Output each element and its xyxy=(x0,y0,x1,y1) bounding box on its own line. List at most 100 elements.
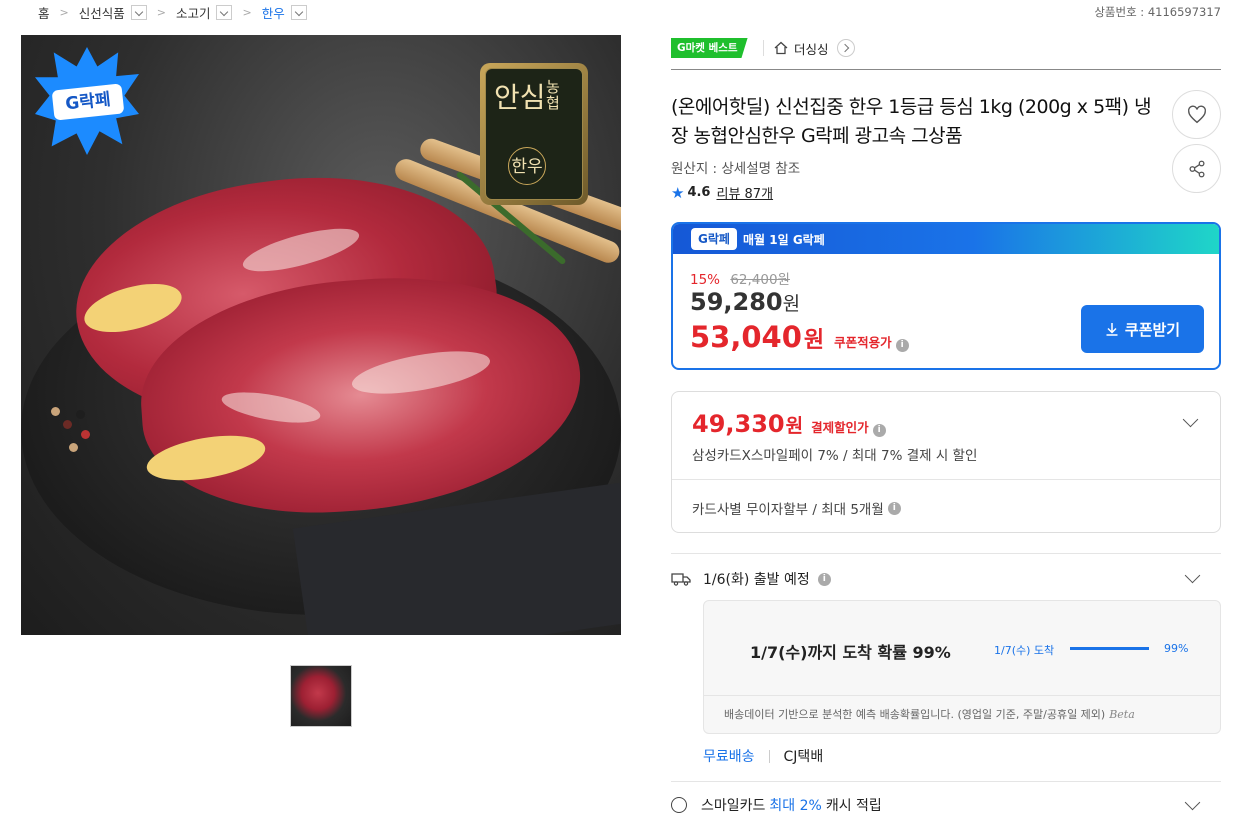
beta-label: Beta xyxy=(1109,708,1135,721)
sale-price-number: 59,280 xyxy=(690,288,783,316)
shipping-row[interactable]: 1/6(화) 출발 예정 i xyxy=(671,569,831,589)
payment-price: 49,330 원 결제할인가 i xyxy=(692,410,886,438)
product-number: 상품번호 : 4116597317 xyxy=(1094,5,1221,19)
coupon-price-unit: 원 xyxy=(803,328,825,353)
sale-price: 59,280원 xyxy=(690,288,800,316)
download-icon xyxy=(1106,323,1118,336)
smile-icon xyxy=(671,797,687,813)
payment-price-unit: 원 xyxy=(785,415,804,437)
breadcrumb-label[interactable]: 소고기 xyxy=(176,3,211,22)
arrival-bar-label: 1/7(수) 도착 xyxy=(994,644,1055,657)
peppercorn xyxy=(81,430,90,439)
coupon-header: G락페 매월 1일 G락페 xyxy=(673,224,1219,254)
info-icon[interactable]: i xyxy=(895,339,909,352)
smilecard-suffix: 캐시 적립 xyxy=(825,798,882,814)
breadcrumb-home[interactable]: 홈 xyxy=(38,3,50,22)
rating-score: 4.6 xyxy=(687,185,711,200)
smilecard-row[interactable]: 스마일카드 최대 2% 캐시 적립 xyxy=(671,795,882,815)
breadcrumb: 홈 > 신선식품 > 소고기 > 한우 xyxy=(38,3,307,22)
divider xyxy=(763,40,764,56)
chevron-down-icon[interactable] xyxy=(1182,411,1199,428)
main-product-image[interactable]: 안심 농협 한우 G락페 xyxy=(21,35,621,635)
original-price: 62,400원 xyxy=(730,272,790,288)
delivery-method-row: 무료배송 CJ택배 xyxy=(703,746,823,766)
label-text: 농협 xyxy=(546,78,560,112)
courier-text: CJ택배 xyxy=(783,749,824,765)
get-coupon-button[interactable]: 쿠폰받기 xyxy=(1081,305,1204,353)
truck-icon xyxy=(671,573,691,586)
payment-desc: 삼성카드X스마일페이 7% / 최대 7% 결제 시 할인 xyxy=(692,448,978,464)
discount-row: 15% 62,400원 xyxy=(690,268,790,288)
breadcrumb-label[interactable]: 신선식품 xyxy=(79,3,125,22)
wishlist-button[interactable] xyxy=(1172,90,1221,139)
chevron-down-icon[interactable] xyxy=(1184,794,1201,811)
get-coupon-label: 쿠폰받기 xyxy=(1124,320,1181,339)
divider xyxy=(671,553,1221,554)
info-icon[interactable]: i xyxy=(872,424,886,437)
label-text: 한우 xyxy=(508,147,546,185)
discount-percent: 15% xyxy=(690,272,721,288)
peppercorn xyxy=(76,410,85,419)
g-festa-mini-badge: G락페 xyxy=(691,228,737,250)
payment-price-label: 결제할인가 xyxy=(811,420,869,435)
departure-text: 1/6(화) 출발 예정 xyxy=(703,572,810,588)
peppercorn xyxy=(69,443,78,452)
gmarket-best-badge: G마켓 베스트 xyxy=(671,38,748,58)
breadcrumb-beef[interactable]: 소고기 xyxy=(176,3,233,22)
coupon-box: G락페 매월 1일 G락페 15% 62,400원 59,280원 53,040… xyxy=(671,222,1221,370)
peppercorn xyxy=(63,420,72,429)
chevron-down-icon[interactable] xyxy=(290,4,307,20)
smilecard-prefix: 스마일카드 xyxy=(701,798,766,814)
breadcrumb-label[interactable]: 한우 xyxy=(262,3,285,22)
coupon-price-number: 53,040 xyxy=(690,320,802,354)
divider xyxy=(768,749,770,763)
chevron-down-icon[interactable] xyxy=(1184,567,1201,584)
nonghyup-hanwoo-label: 안심 농협 한우 xyxy=(480,63,588,205)
breadcrumb-hanwoo[interactable]: 한우 xyxy=(262,3,307,22)
origin-text: 원산지 : 상세설명 참조 xyxy=(671,161,801,177)
divider xyxy=(672,479,1220,480)
arrival-probability-bar xyxy=(1070,647,1150,650)
review-link[interactable]: 리뷰 87개 xyxy=(716,183,773,202)
peppercorn xyxy=(51,407,60,416)
share-icon xyxy=(1189,160,1205,178)
home-icon xyxy=(774,41,788,55)
free-shipping-text: 무료배송 xyxy=(703,749,755,765)
divider xyxy=(671,781,1221,782)
installment-row: 카드사별 무이자할부 / 최대 5개월 i xyxy=(692,498,901,518)
store-name[interactable]: 더싱싱 xyxy=(794,39,829,58)
chevron-right-icon: > xyxy=(242,5,252,19)
installment-text: 카드사별 무이자할부 / 최대 5개월 xyxy=(692,502,884,518)
g-festa-badge: G락페 xyxy=(35,47,139,155)
chevron-down-icon[interactable] xyxy=(216,4,233,20)
divider xyxy=(704,695,1220,696)
chevron-right-icon: > xyxy=(156,5,166,19)
thumbnail-image[interactable] xyxy=(290,665,352,727)
coupon-price: 53,040 원 쿠폰적용가 i xyxy=(690,320,909,354)
delivery-probability-box: 1/7(수)까지 도착 확률 99% 1/7(수) 도착 99% 배송데이터 기… xyxy=(703,600,1221,734)
chevron-right-icon[interactable] xyxy=(836,39,855,57)
store-link[interactable]: 더싱싱 xyxy=(774,38,855,58)
divider xyxy=(671,69,1221,70)
chevron-right-icon: > xyxy=(59,5,69,19)
product-title: (온에어핫딜) 신선집중 한우 1등급 등심 1kg (200g x 5팩) 냉… xyxy=(671,96,1152,147)
heart-icon xyxy=(1188,105,1206,124)
arrival-probability: 1/7(수)까지 도착 확률 99% xyxy=(750,643,951,662)
probability-note-text: 배송데이터 기반으로 분석한 예측 배송확률입니다. (영업일 기준, 주말/공… xyxy=(724,708,1106,721)
sale-price-unit: 원 xyxy=(782,293,801,315)
info-icon[interactable]: i xyxy=(887,501,901,515)
coupon-price-label: 쿠폰적용가 xyxy=(834,335,892,350)
coupon-header-text: 매월 1일 G락페 xyxy=(743,232,825,247)
breadcrumb-fresh-food[interactable]: 신선식품 xyxy=(79,3,147,22)
star-icon: ★ xyxy=(671,183,685,202)
info-icon[interactable]: i xyxy=(817,572,831,586)
payment-discount-box: 49,330 원 결제할인가 i 삼성카드X스마일페이 7% / 최대 7% 결제… xyxy=(671,391,1221,533)
probability-note: 배송데이터 기반으로 분석한 예측 배송확률입니다. (영업일 기준, 주말/공… xyxy=(724,706,1135,722)
share-button[interactable] xyxy=(1172,144,1221,193)
label-text: 안심 xyxy=(494,81,546,114)
rating: ★ 4.6 리뷰 87개 xyxy=(671,183,773,203)
payment-price-number: 49,330 xyxy=(692,410,785,438)
arrival-bar-percent: 99% xyxy=(1164,642,1189,655)
chevron-down-icon[interactable] xyxy=(130,4,147,20)
smilecard-highlight: 최대 2% xyxy=(769,798,822,814)
